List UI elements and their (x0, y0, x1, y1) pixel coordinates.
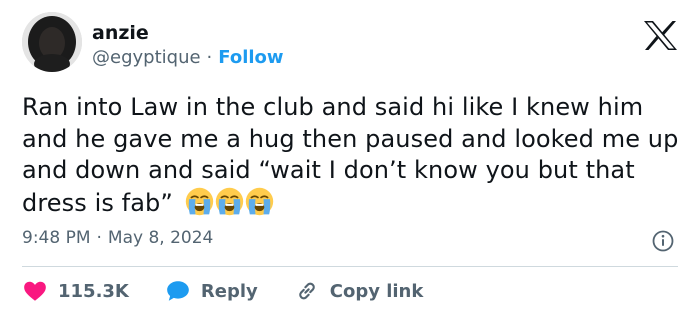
info-icon[interactable] (651, 229, 675, 253)
user-handle[interactable]: @egyptique (92, 47, 201, 68)
reply-button[interactable]: Reply (165, 278, 258, 304)
reply-label: Reply (200, 280, 258, 302)
follow-button[interactable]: Follow (218, 47, 283, 68)
display-name[interactable]: anzie (92, 22, 149, 44)
avatar-image (22, 12, 82, 72)
handle-row: @egyptique · Follow (92, 47, 284, 68)
action-bar: 115.3K Reply Copy link (22, 277, 459, 305)
divider (22, 266, 678, 267)
avatar[interactable] (22, 12, 82, 72)
x-logo-icon[interactable] (643, 20, 678, 51)
copy-link-button[interactable]: Copy link (294, 278, 424, 304)
like-count: 115.3K (58, 280, 129, 302)
loudly-crying-face-icon (185, 187, 213, 215)
tweet-text: Ran into Law in the club and said hi lik… (22, 92, 690, 219)
separator-dot: · (96, 228, 102, 248)
link-icon (298, 282, 315, 300)
heart-icon (24, 281, 46, 301)
emoji-group (185, 187, 274, 216)
tweet-time: 9:48 PM (22, 228, 91, 248)
speech-bubble-icon (167, 281, 189, 301)
loudly-crying-face-icon (215, 187, 243, 215)
copy-link-label: Copy link (329, 280, 424, 302)
tweet-body: Ran into Law in the club and said hi lik… (22, 93, 679, 217)
timestamp[interactable]: 9:48 PM · May 8, 2024 (22, 228, 213, 248)
separator-dot: · (206, 47, 213, 68)
tweet-date: May 8, 2024 (107, 228, 214, 248)
loudly-crying-face-icon (245, 187, 273, 215)
like-button[interactable]: 115.3K (22, 278, 129, 304)
